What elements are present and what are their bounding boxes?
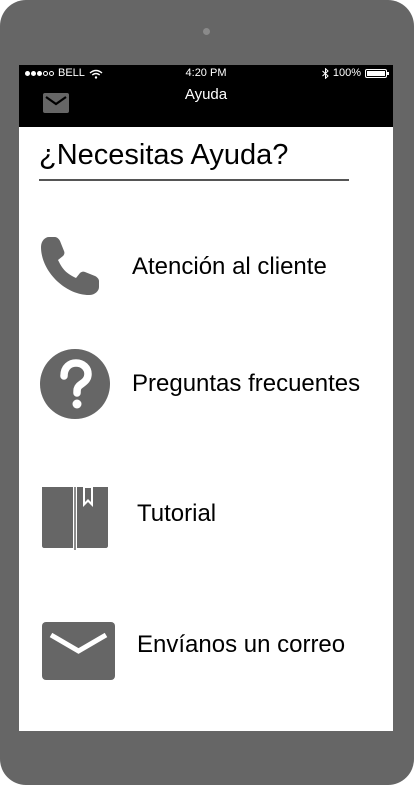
camera-dot (203, 28, 210, 35)
menu-item-label: Envíanos un correo (137, 631, 346, 658)
mail-icon (42, 622, 115, 680)
battery-icon (365, 69, 389, 78)
title-underline (39, 179, 349, 181)
menu-item-customer-service[interactable]: Atención al cliente (19, 229, 393, 309)
status-right: 100% (322, 65, 389, 82)
page-title: ¿Necesitas Ayuda? (39, 139, 289, 171)
status-bar: BELL 4:20 PM 100% (19, 65, 393, 82)
question-icon (40, 349, 110, 419)
menu-item-label: Preguntas frecuentes (132, 370, 361, 397)
nav-title: Ayuda (184, 86, 228, 103)
phone-frame: BELL 4:20 PM 100% Ayuda ¿Necesitas Ayuda… (0, 0, 414, 785)
bluetooth-icon (322, 68, 329, 79)
nav-bar: Ayuda (19, 82, 393, 127)
menu-item-label: Tutorial (137, 500, 217, 527)
phone-icon (41, 237, 99, 295)
book-icon (42, 486, 108, 550)
battery-fill (367, 71, 385, 76)
battery-percent: 100% (332, 67, 361, 79)
menu-item-send-email[interactable]: Envíanos un correo (19, 613, 393, 693)
menu-item-tutorial[interactable]: Tutorial (19, 480, 393, 560)
screen: BELL 4:20 PM 100% Ayuda ¿Necesitas Ayuda… (19, 65, 393, 731)
menu-item-faq[interactable]: Preguntas frecuentes (19, 337, 393, 419)
menu-item-label: Atención al cliente (132, 253, 327, 280)
